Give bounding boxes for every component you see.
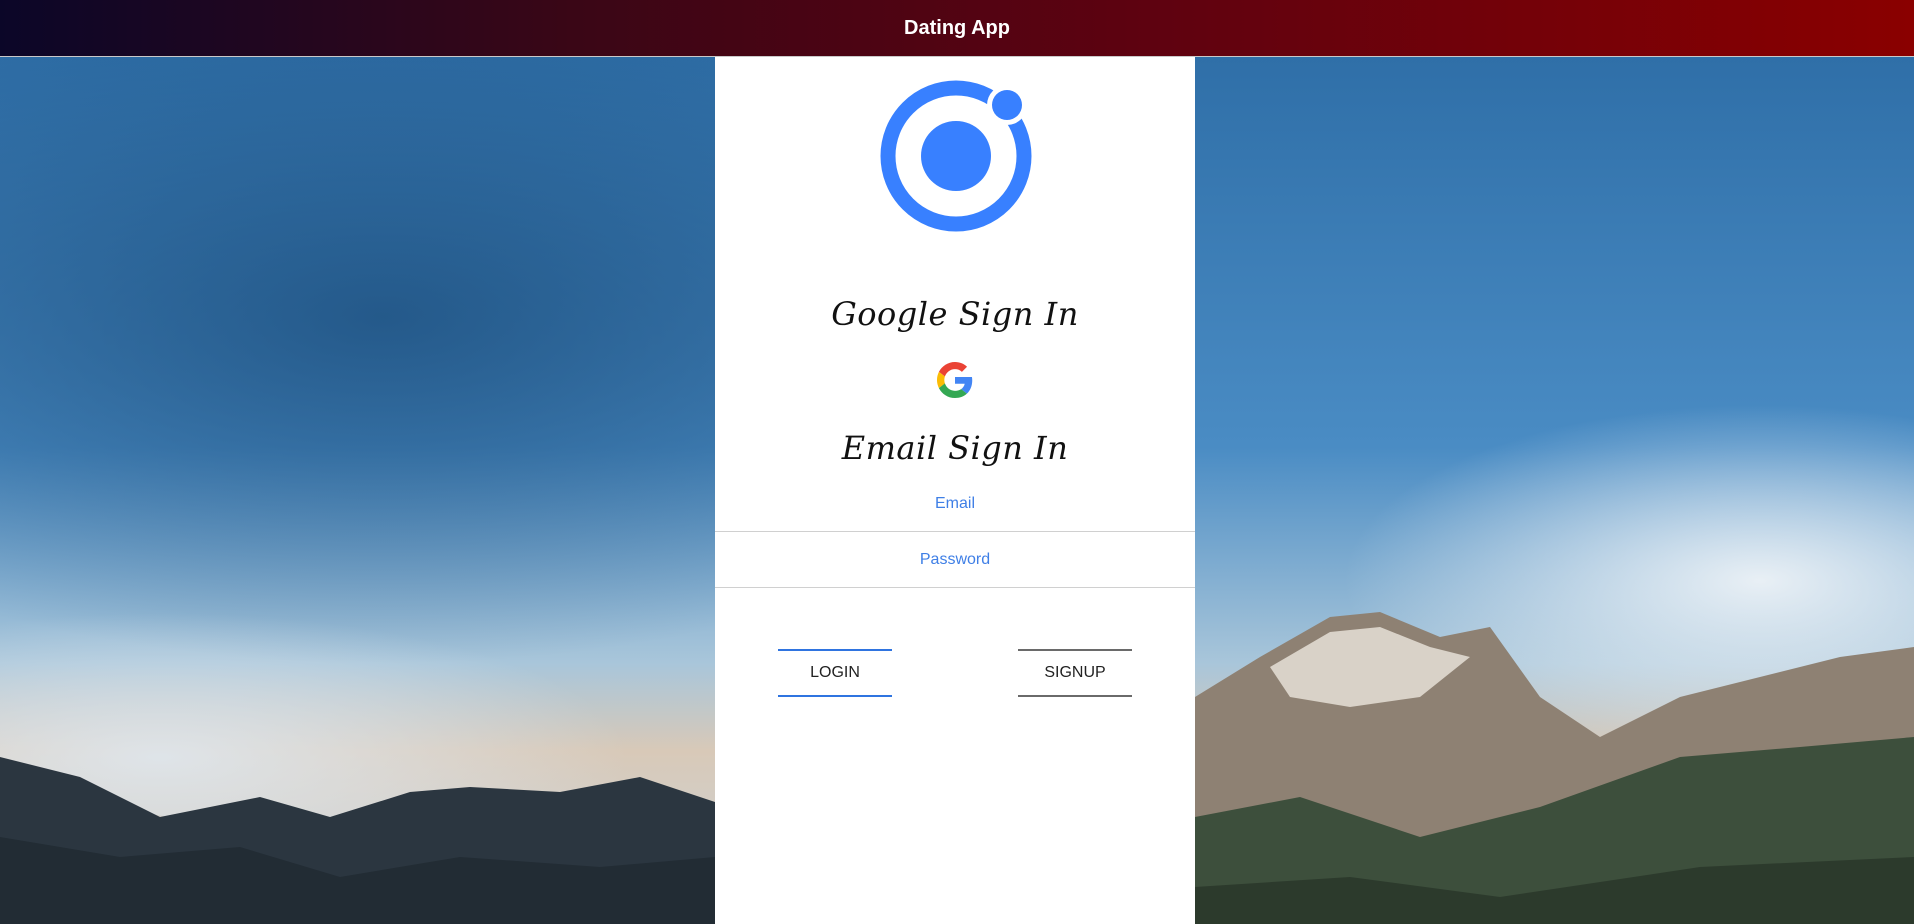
google-signin-button[interactable] <box>937 362 973 398</box>
email-field[interactable] <box>715 477 1195 531</box>
ionic-logo-icon <box>880 80 1032 232</box>
login-panel: Google Sign In Email Sign In LOGIN SIGNU… <box>715 57 1195 924</box>
password-field[interactable] <box>715 533 1195 587</box>
login-button[interactable]: LOGIN <box>778 649 892 697</box>
login-button-label: LOGIN <box>810 664 860 681</box>
email-field-wrapper <box>715 477 1195 532</box>
app-title: Dating App <box>904 16 1010 39</box>
signup-button[interactable]: SIGNUP <box>1018 649 1132 697</box>
password-field-wrapper <box>715 533 1195 588</box>
app-toolbar: Dating App <box>0 0 1914 57</box>
signup-button-label: SIGNUP <box>1044 664 1106 681</box>
email-signin-heading: Email Sign In <box>841 429 1069 467</box>
google-icon <box>937 362 973 398</box>
google-signin-heading: Google Sign In <box>831 295 1079 333</box>
